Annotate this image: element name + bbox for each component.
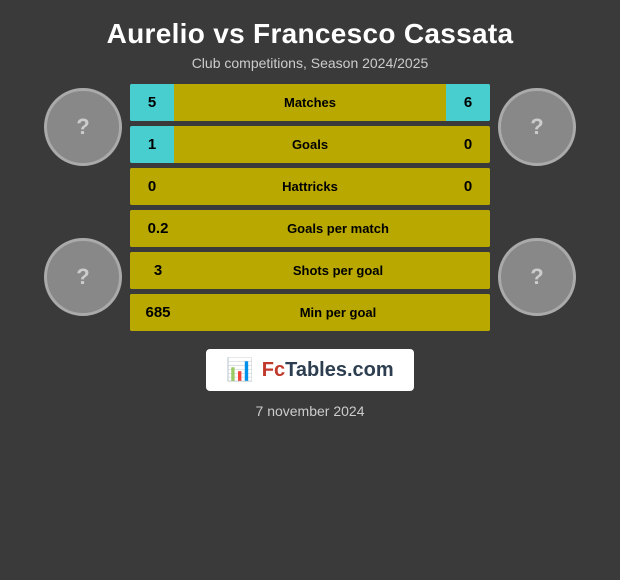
stat-label-min-per-goal: Min per goal — [186, 294, 490, 331]
stat-label-matches: Matches — [174, 84, 446, 121]
stat-row-hattricks: 0 Hattricks 0 — [130, 168, 490, 205]
stat-label-goals: Goals — [174, 126, 446, 163]
stat-left-value-hattricks: 0 — [130, 168, 174, 205]
stat-row-matches: 5 Matches 6 — [130, 84, 490, 121]
stat-row-min-per-goal: 685 Min per goal — [130, 294, 490, 331]
date-text: 7 november 2024 — [256, 403, 365, 419]
stat-label-goals-per-match: Goals per match — [186, 210, 490, 247]
stat-label-shots-per-goal: Shots per goal — [186, 252, 490, 289]
avatar-left-top: ? — [44, 88, 122, 166]
logo-chart-icon: 📊 — [226, 357, 253, 383]
logo-box: 📊 FcTables.com — [206, 349, 413, 391]
stat-left-value-goals: 1 — [130, 126, 174, 163]
avatar-left-bottom: ? — [44, 238, 122, 316]
stat-left-value-shots-per-goal: 3 — [130, 252, 186, 289]
stat-right-value-matches: 6 — [446, 84, 490, 121]
logo-section: 📊 FcTables.com 7 november 2024 — [206, 349, 413, 419]
stat-row-goals: 1 Goals 0 — [130, 126, 490, 163]
stat-label-hattricks: Hattricks — [174, 168, 446, 205]
avatar-left-bottom-icon: ? — [76, 264, 89, 290]
stat-left-value-min-per-goal: 685 — [130, 294, 186, 331]
stat-row-shots-per-goal: 3 Shots per goal — [130, 252, 490, 289]
main-title: Aurelio vs Francesco Cassata — [20, 18, 600, 50]
avatar-right-bottom-icon: ? — [530, 264, 543, 290]
stat-right-value-goals: 0 — [446, 126, 490, 163]
avatar-left-top-icon: ? — [76, 114, 89, 140]
stat-left-value-goals-per-match: 0.2 — [130, 210, 186, 247]
avatar-right-top-icon: ? — [530, 114, 543, 140]
left-avatars: ? ? — [44, 88, 122, 316]
header: Aurelio vs Francesco Cassata Club compet… — [0, 0, 620, 79]
stat-right-value-hattricks: 0 — [446, 168, 490, 205]
comparison-area: ? ? 5 Matches 6 1 Goals 0 0 Hattricks 0 … — [0, 79, 620, 331]
avatar-right-top: ? — [498, 88, 576, 166]
right-avatars: ? ? — [498, 88, 576, 316]
logo-text: FcTables.com — [262, 359, 394, 382]
stats-container: 5 Matches 6 1 Goals 0 0 Hattricks 0 0.2 … — [130, 84, 490, 331]
stat-left-value-matches: 5 — [130, 84, 174, 121]
stat-row-goals-per-match: 0.2 Goals per match — [130, 210, 490, 247]
avatar-right-bottom: ? — [498, 238, 576, 316]
subtitle: Club competitions, Season 2024/2025 — [20, 55, 600, 71]
